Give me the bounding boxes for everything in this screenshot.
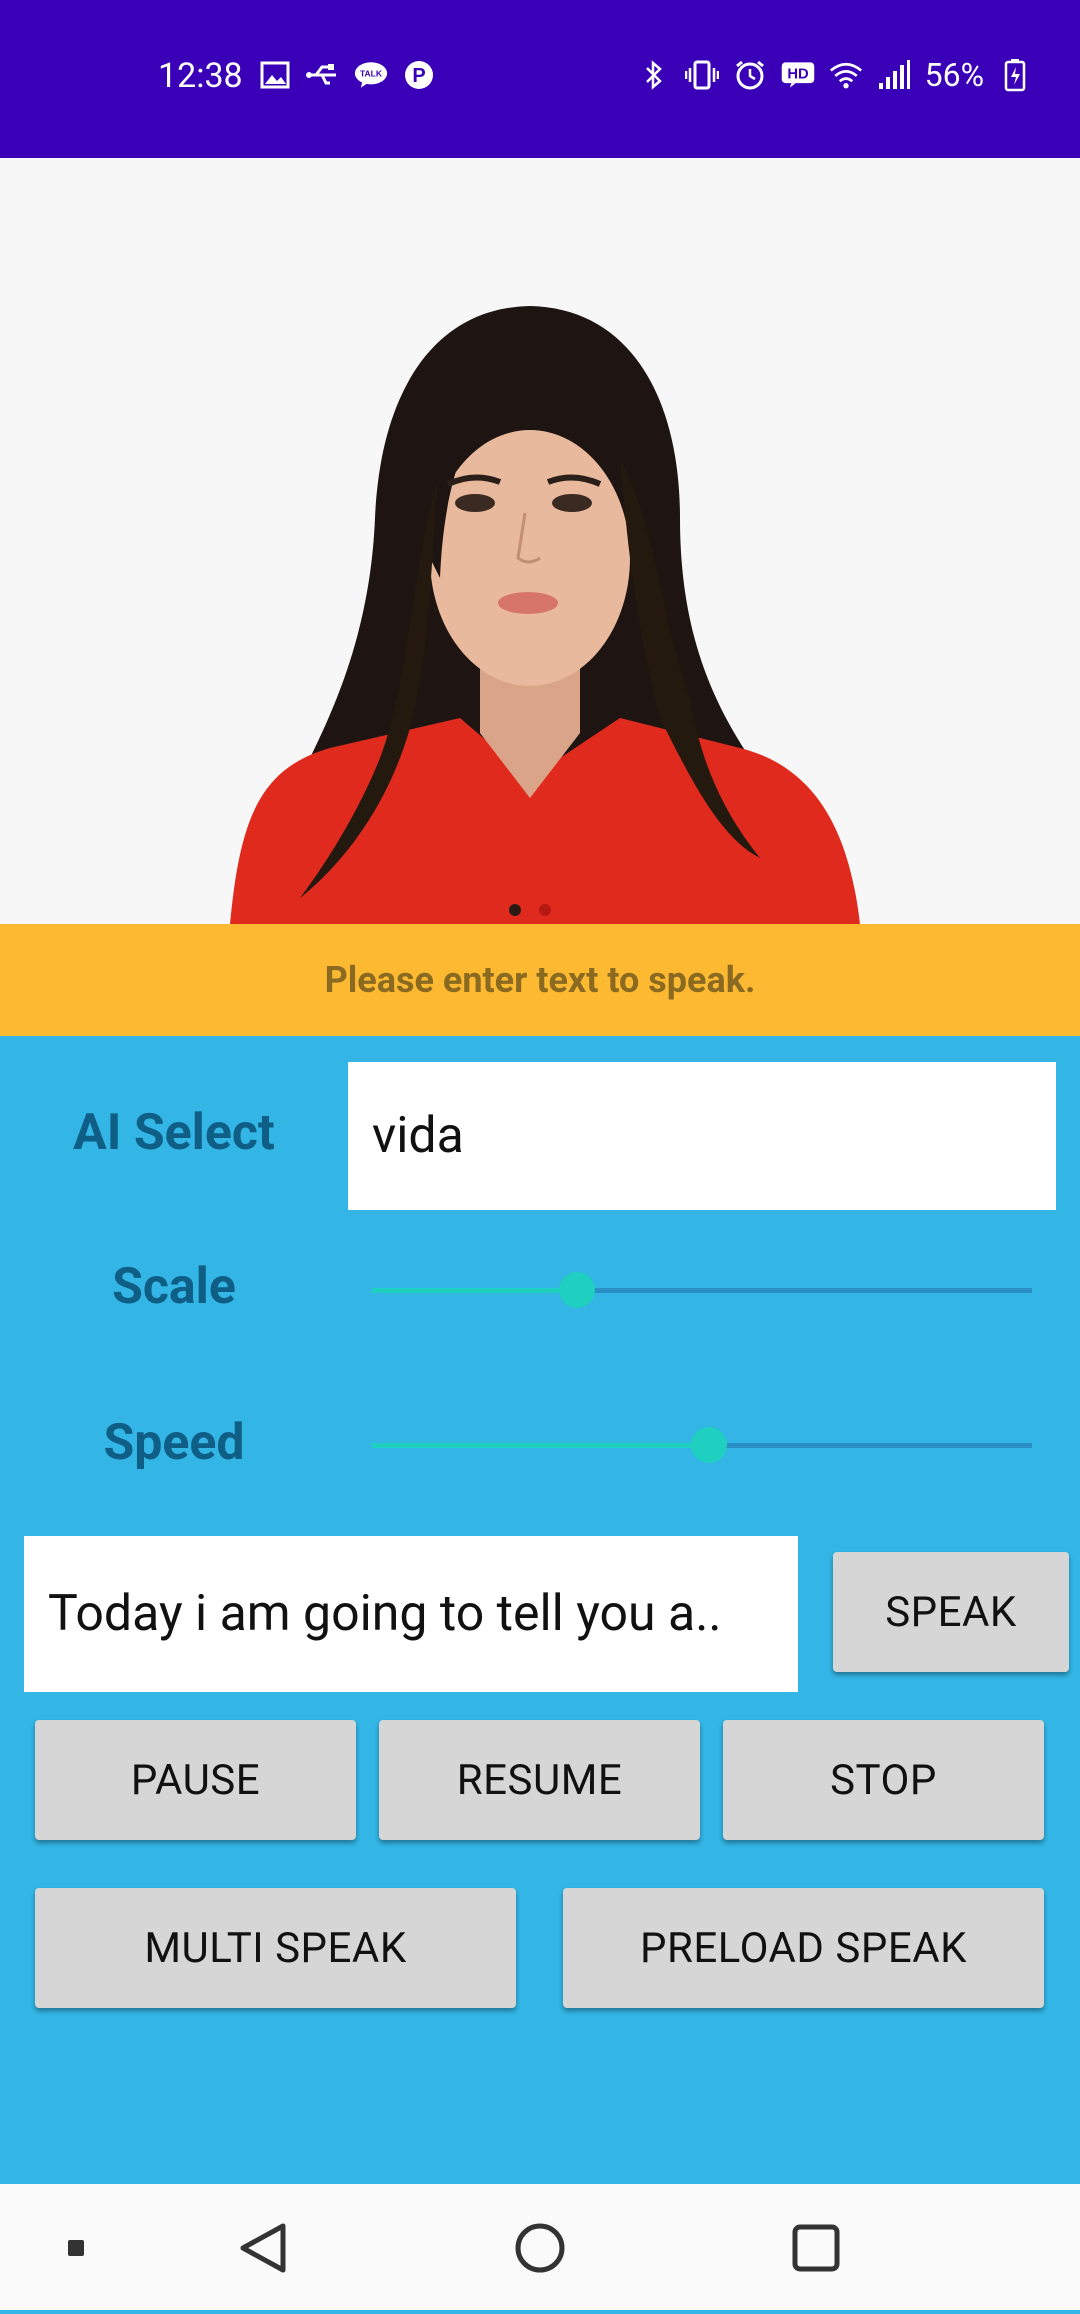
wifi-icon [829,58,863,92]
speed-slider[interactable] [372,1425,1032,1465]
scale-label: Scale [112,1258,236,1316]
vibrate-icon [684,58,719,92]
recents-icon [792,2224,840,2272]
ai-select-label: AI Select [73,1104,275,1162]
speech-text-value: Today i am going to tell you a.. [48,1585,722,1643]
preload-speak-button[interactable]: PRELOAD SPEAK [563,1888,1044,2008]
svg-text:P: P [412,65,425,87]
resume-button[interactable]: RESUME [379,1720,700,1840]
speech-text-input[interactable]: Today i am going to tell you a.. [24,1536,798,1692]
svg-text:HD: HD [787,67,809,83]
ai-select-value: vida [372,1107,464,1165]
speed-slider-thumb[interactable] [691,1427,727,1463]
speed-slider-track-filled [372,1443,709,1448]
p-icon: P [402,58,436,92]
back-icon [240,2223,286,2273]
scale-slider-track [577,1288,1032,1293]
svg-text:TALK: TALK [360,69,383,79]
multi-speak-button[interactable]: MULTI SPEAK [35,1888,516,2008]
nav-dot-icon [68,2240,84,2256]
status-bar: 12:38 TALK P HD 56% [0,0,1080,158]
talk-icon: TALK [354,58,388,92]
signal-icon [877,58,911,92]
battery-icon [998,58,1032,92]
scale-slider-track-filled [372,1288,577,1293]
avatar-image [230,306,860,924]
gallery-icon [258,58,292,92]
ai-select-field[interactable]: vida [348,1062,1056,1210]
battery-percent: 56% [924,56,984,94]
alarm-icon [733,58,767,92]
bluetooth-icon [637,58,671,92]
hd-icon: HD [781,58,815,92]
home-icon [515,2223,565,2273]
scale-slider-thumb[interactable] [559,1272,595,1308]
navigation-bar [0,2184,1080,2310]
speed-slider-track [709,1443,1032,1448]
speak-button[interactable]: SPEAK [833,1552,1069,1672]
avatar-view [0,158,1080,924]
notice-text: Please enter text to speak. [324,959,756,1001]
stop-button[interactable]: STOP [723,1720,1044,1840]
status-notice: Please enter text to speak. [0,924,1080,1036]
pause-button[interactable]: PAUSE [35,1720,356,1840]
speed-label: Speed [103,1414,245,1472]
usb-icon [306,58,340,92]
scale-slider[interactable] [372,1270,1032,1310]
status-time: 12:38 [158,56,243,96]
